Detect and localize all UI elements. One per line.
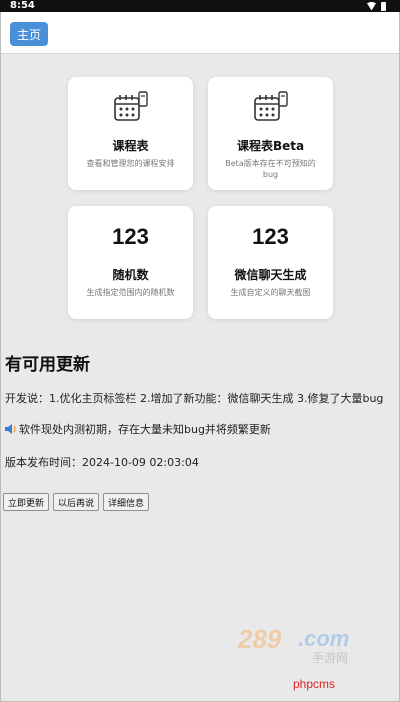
home-button[interactable]: 主页 [10,22,48,46]
card-title: 随机数 [112,268,149,282]
status-icons [367,0,386,12]
update-button-row: 立即更新 以后再说 详细信息 [3,493,150,511]
update-now-button[interactable]: 立即更新 [3,493,50,511]
card-schedule-beta[interactable]: 课程表Beta Beta版本存在不可预知的bug [208,77,333,190]
status-time: 8:54 [10,0,35,11]
release-time: 版本发布时间：2024-10-09 02:03:04 [5,456,199,469]
card-title: 课程表Beta [236,139,305,153]
warning-line: 软件现处内测初期，存在大量未知bug并将频繁更新 [5,421,271,437]
wifi-icon [367,1,376,11]
card-schedule[interactable]: 课程表 查看和管理您的课程安排 [68,77,193,190]
card-random-number[interactable]: 123 随机数 生成指定范围内的随机数 [68,206,193,319]
svg-text:.com: .com [298,626,349,651]
status-bar: 8:54 [0,0,400,12]
card-desc: Beta版本存在不可预知的bug [225,159,316,179]
card-wechat-chat-generator[interactable]: 123 微信聊天生成 生成自定义的聊天截图 [208,206,333,319]
card-number: 123 [112,224,149,249]
warning-text: 软件现处内测初期，存在大量未知bug并将频繁更新 [19,423,271,436]
details-button[interactable]: 详细信息 [103,493,150,511]
watermark-logo: 289 .com 手游网 [237,624,349,664]
card-desc: 查看和管理您的课程安排 [86,159,175,168]
card-title: 课程表 [112,139,149,153]
card-number: 123 [252,224,289,249]
calendar-icon [254,91,288,121]
speaker-icon [5,424,16,434]
svg-text:289: 289 [237,624,282,654]
card-title: 微信聊天生成 [234,268,307,282]
header: 主页 [1,12,399,54]
later-button[interactable]: 以后再说 [53,493,100,511]
svg-text:手游网: 手游网 [312,651,348,664]
card-desc: 生成自定义的聊天截图 [230,288,311,297]
dev-notes: 开发说：1.优化主页标签栏 2.增加了新功能：微信聊天生成 3.修复了大量bug [5,392,384,405]
update-title: 有可用更新 [5,355,90,375]
watermark-text: phpcms [293,677,336,691]
app-frame: 主页 课程表 查看和管理您的课程安排 课程表Beta Beta版本存在不可预知的… [0,12,400,702]
battery-icon [381,1,386,11]
card-desc: 生成指定范围内的随机数 [86,288,175,297]
calendar-icon [114,91,148,121]
